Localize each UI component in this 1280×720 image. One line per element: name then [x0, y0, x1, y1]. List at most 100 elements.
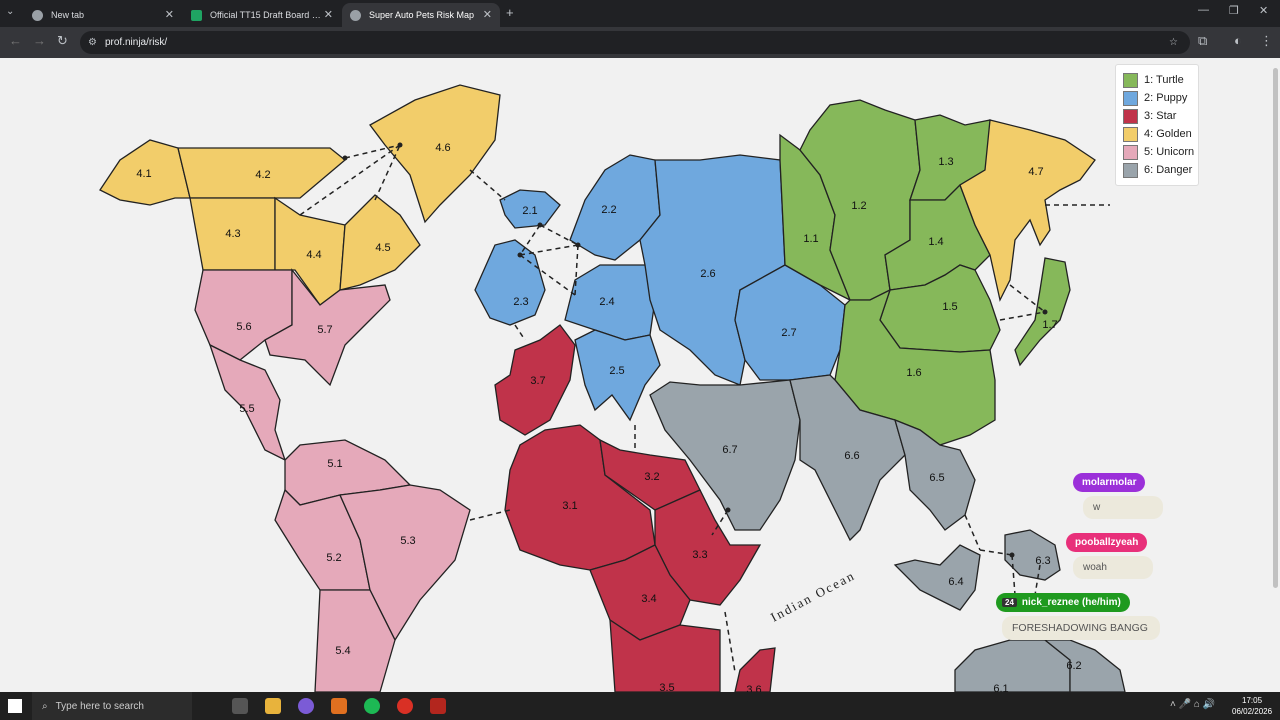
- label-3-6: 3.6: [746, 684, 761, 692]
- tab-draft-board[interactable]: Official TT15 Draft Board - Goo ✕: [183, 3, 341, 27]
- territory-6-4[interactable]: [893, 544, 981, 611]
- label-2-2: 2.2: [601, 204, 616, 216]
- close-tab-icon[interactable]: ✕: [483, 8, 492, 21]
- label-3-4: 3.4: [641, 593, 656, 605]
- legend-swatch: [1123, 144, 1138, 160]
- legend-item: 3: Star: [1123, 107, 1198, 125]
- label-6-2: 6.2: [1066, 660, 1081, 672]
- label-1-6: 1.6: [906, 367, 921, 379]
- task-view-icon[interactable]: [232, 698, 248, 714]
- profile-icon[interactable]: ◐: [1234, 33, 1242, 48]
- search-placeholder: Type here to search: [55, 700, 144, 712]
- legend-item: 2: Puppy: [1123, 89, 1198, 107]
- label-5-6: 5.6: [236, 321, 251, 333]
- label-2-3: 2.3: [513, 296, 528, 308]
- label-2-1: 2.1: [522, 205, 537, 217]
- back-icon[interactable]: ←: [9, 33, 22, 48]
- tab-new-tab[interactable]: New tab ✕: [24, 3, 182, 27]
- legend-label: 6: Danger: [1144, 164, 1193, 176]
- label-5-3: 5.3: [400, 535, 415, 547]
- label-1-4: 1.4: [928, 236, 943, 248]
- label-2-4: 2.4: [599, 296, 614, 308]
- tab-title: Official TT15 Draft Board - Goo: [210, 10, 322, 20]
- taskbar-search[interactable]: ⌕ Type here to search: [32, 692, 192, 720]
- label-1-1: 1.1: [803, 233, 818, 245]
- chat-message: molarmolar w: [1073, 473, 1163, 519]
- tab-title: Super Auto Pets Risk Map: [369, 10, 475, 20]
- site-info-icon[interactable]: ⚙: [88, 37, 97, 48]
- address-bar[interactable]: ⚙ prof.ninja/risk/ ☆: [80, 31, 1190, 54]
- browser-chrome: ⌄ New tab ✕ Official TT15 Draft Board - …: [0, 0, 1280, 58]
- tab-strip: ⌄ New tab ✕ Official TT15 Draft Board - …: [0, 0, 1280, 27]
- label-4-3: 4.3: [225, 228, 240, 240]
- label-6-3: 6.3: [1035, 555, 1050, 567]
- restore-icon[interactable]: ❐: [1229, 4, 1239, 17]
- label-4-7: 4.7: [1028, 166, 1043, 178]
- label-4-4: 4.4: [306, 249, 321, 261]
- legend-label: 4: Golden: [1144, 128, 1192, 140]
- legend-item: 1: Turtle: [1123, 71, 1198, 89]
- forward-icon[interactable]: →: [33, 33, 46, 48]
- menu-icon[interactable]: ⋮: [1260, 33, 1273, 49]
- close-tab-icon[interactable]: ✕: [324, 8, 333, 21]
- tab-risk-map[interactable]: Super Auto Pets Risk Map ✕: [342, 3, 500, 27]
- new-tab-icon[interactable]: +: [506, 5, 514, 20]
- chat-username: pooballzyeah: [1066, 533, 1148, 552]
- chat-text: w: [1083, 496, 1163, 519]
- label-2-6: 2.6: [700, 268, 715, 280]
- legend-item: 5: Unicorn: [1123, 143, 1198, 161]
- label-5-5: 5.5: [239, 403, 254, 415]
- legend-swatch: [1123, 90, 1138, 106]
- label-1-5: 1.5: [942, 301, 957, 313]
- badge-icon: 24: [1002, 598, 1017, 607]
- tab-title: New tab: [51, 10, 85, 20]
- spotify-icon[interactable]: [364, 698, 380, 714]
- chat-username-wrap: 24 nick_reznee (he/him): [996, 593, 1130, 612]
- app-icon-2[interactable]: [430, 698, 446, 714]
- legend-label: 5: Unicorn: [1144, 146, 1195, 158]
- legend-swatch: [1123, 126, 1138, 142]
- minimize-icon[interactable]: —: [1198, 4, 1209, 16]
- obs-icon[interactable]: [298, 698, 314, 714]
- label-6-6: 6.6: [844, 450, 859, 462]
- legend-swatch: [1123, 72, 1138, 88]
- territory-1-7[interactable]: [1014, 257, 1071, 367]
- clock[interactable]: 17:05 06/02/2026: [1232, 695, 1272, 717]
- label-6-4: 6.4: [948, 576, 963, 588]
- legend-item: 4: Golden: [1123, 125, 1198, 143]
- taskbar: ⌕ Type here to search ˄ 🎤 ⌂ 🔊 17:05 06/0…: [0, 692, 1280, 720]
- page-scrollbar[interactable]: [1271, 58, 1280, 692]
- chat-text: woah: [1073, 556, 1153, 579]
- label-3-2: 3.2: [644, 471, 659, 483]
- territory-2-3[interactable]: [474, 239, 546, 326]
- territory-6-1[interactable]: [954, 639, 1071, 692]
- territory-3-1[interactable]: [504, 424, 656, 571]
- windows-start-icon[interactable]: [8, 699, 22, 713]
- label-5-2: 5.2: [326, 552, 341, 564]
- chat-username: nick_reznee (he/him): [1021, 597, 1121, 608]
- legend: 1: Turtle 2: Puppy 3: Star 4: Golden 5: …: [1115, 64, 1199, 186]
- sheets-icon: [191, 9, 202, 21]
- label-6-7: 6.7: [722, 444, 737, 456]
- label-2-5: 2.5: [609, 365, 624, 377]
- bookmark-star-icon[interactable]: ☆: [1169, 37, 1178, 48]
- close-window-icon[interactable]: ✕: [1259, 4, 1268, 17]
- label-5-7: 5.7: [317, 324, 332, 336]
- extensions-icon[interactable]: ⧉: [1198, 33, 1207, 49]
- legend-label: 1: Turtle: [1144, 74, 1184, 86]
- file-explorer-icon[interactable]: [265, 698, 281, 714]
- reload-icon[interactable]: ↻: [57, 33, 68, 49]
- legend-swatch: [1123, 162, 1138, 178]
- app-icon[interactable]: [331, 698, 347, 714]
- tab-search-icon[interactable]: ⌄: [6, 6, 14, 17]
- clock-time: 17:05: [1242, 696, 1263, 705]
- label-3-1: 3.1: [562, 500, 577, 512]
- search-icon: ⌕: [42, 700, 48, 712]
- chrome-icon: [32, 9, 43, 21]
- close-tab-icon[interactable]: ✕: [165, 8, 174, 21]
- legend-label: 2: Puppy: [1144, 92, 1188, 104]
- scrollbar-thumb[interactable]: [1273, 68, 1278, 588]
- label-4-1: 4.1: [136, 168, 151, 180]
- chrome-taskbar-icon[interactable]: [397, 698, 413, 714]
- system-tray-icons[interactable]: ˄ 🎤 ⌂ 🔊: [1170, 699, 1215, 710]
